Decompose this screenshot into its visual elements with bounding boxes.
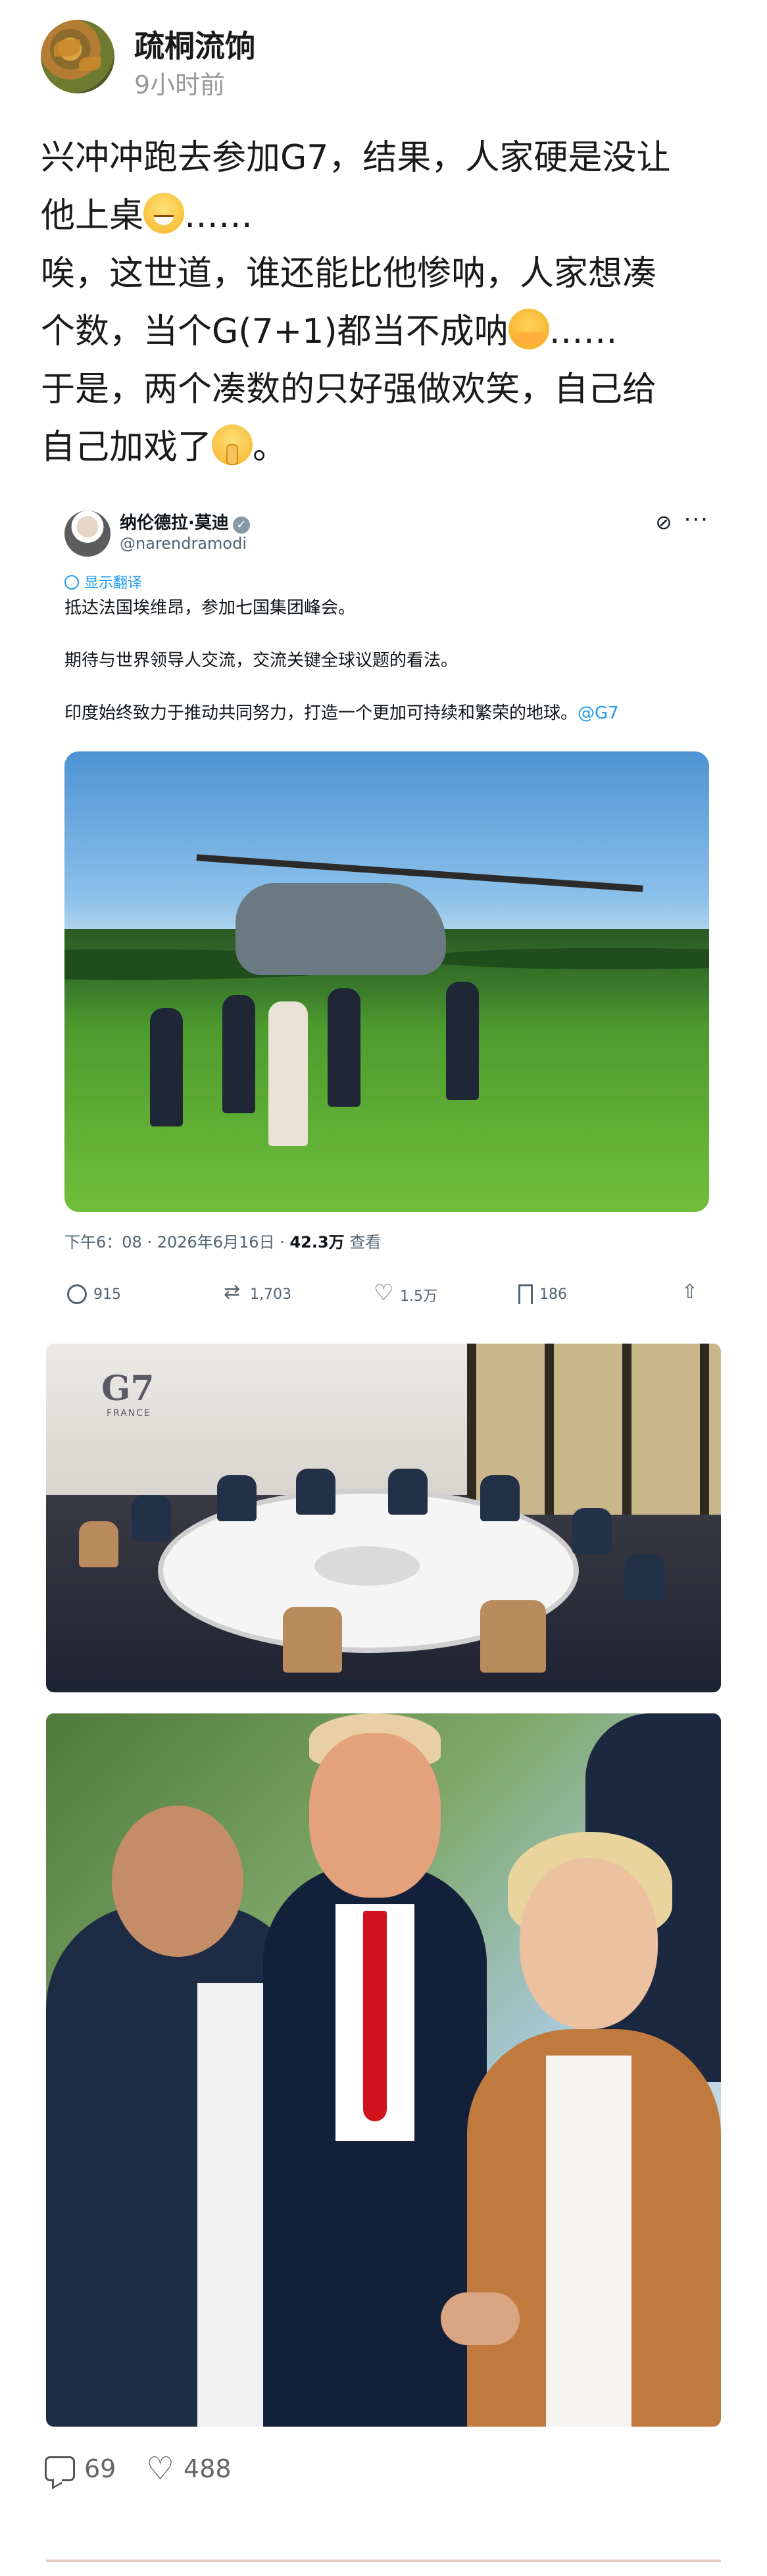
tweet-paragraph: 抵达法国埃维昂，参加七国集团峰会。 bbox=[64, 598, 356, 618]
comment-button[interactable]: 69 bbox=[45, 2454, 116, 2483]
tweet-reply: 915 bbox=[67, 1284, 121, 1304]
comment-icon bbox=[45, 2456, 75, 2481]
retweet-icon bbox=[224, 1280, 243, 1304]
tweet-actions: 915 1,703 1.5万 186 bbox=[64, 1280, 709, 1311]
post-line: 个数，当个G(7+1)都当不成呐…… bbox=[41, 303, 731, 361]
tweet-handle: @narendramodi bbox=[120, 534, 247, 553]
post-line: 自己加戏了。 bbox=[41, 418, 731, 476]
divider bbox=[46, 2560, 721, 2562]
tweet-bookmark: 186 bbox=[518, 1284, 567, 1304]
post-line: 兴冲冲跑去参加G7，结果，人家硬是没让 bbox=[41, 138, 671, 178]
heart-icon: ♡ bbox=[146, 2450, 175, 2487]
post-line: 唉，这世道，谁还能比他惨呐，人家想凑 bbox=[41, 254, 657, 293]
post-line: 于是，两个凑数的只好强做欢笑，自己给 bbox=[41, 370, 657, 409]
photo-g7-roundtable[interactable]: G7 FRANCE bbox=[46, 1344, 721, 1692]
photo-handshake[interactable] bbox=[46, 1713, 721, 2427]
author-avatar[interactable] bbox=[41, 20, 114, 93]
bookmark-icon bbox=[518, 1284, 533, 1304]
comment-count: 69 bbox=[84, 2454, 116, 2483]
tweet-avatar bbox=[64, 511, 111, 557]
tweet-author-name: 纳伦德拉·莫迪 ✓ bbox=[120, 509, 250, 534]
tweet-share bbox=[680, 1280, 700, 1304]
grin-face-icon bbox=[143, 193, 185, 234]
like-count: 488 bbox=[184, 2454, 232, 2483]
like-button[interactable]: ♡ 488 bbox=[146, 2450, 232, 2487]
tweet-retweet: 1,703 bbox=[224, 1280, 291, 1304]
tweet-photo-helicopter bbox=[64, 751, 709, 1212]
tweet-paragraph: 期待与世界领导人交流，交流关键全球议题的看法。 bbox=[64, 651, 458, 670]
more-icon: ··· bbox=[683, 507, 709, 533]
tweet-screenshot[interactable]: 纳伦德拉·莫迪 ✓ @narendramodi ⊘ ··· 显示翻译 抵达法国埃维… bbox=[46, 487, 717, 1336]
post-header: 疏桐流饷 9小时前 bbox=[41, 20, 725, 99]
translate-icon bbox=[64, 575, 79, 590]
tweet-body: 抵达法国埃维昂，参加七国集团峰会。 期待与世界领导人交流，交流关键全球议题的看法… bbox=[64, 595, 696, 753]
tweet-meta: 下午6：08 · 2026年6月16日 · 42.3万 查看 bbox=[64, 1233, 382, 1251]
verified-icon: ✓ bbox=[232, 517, 250, 534]
g7-logo-subtitle: FRANCE bbox=[107, 1408, 151, 1419]
grok-icon: ⊘ bbox=[655, 511, 672, 534]
tweet-like: 1.5万 bbox=[374, 1280, 437, 1306]
shushing-face-icon bbox=[212, 424, 253, 465]
share-icon bbox=[680, 1280, 700, 1304]
hug-face-icon bbox=[508, 309, 549, 349]
post-time: 9小时前 bbox=[134, 70, 226, 99]
g7-logo: G7 bbox=[101, 1369, 155, 1409]
tweet-paragraph: 印度始终致力于推动共同努力，打造一个更加可持续和繁荣的地球。@G7 bbox=[64, 703, 619, 723]
post-text: 兴冲冲跑去参加G7，结果，人家硬是没让 他上桌…… 唉，这世道，谁还能比他惨呐，… bbox=[41, 129, 731, 476]
tweet-mention: @G7 bbox=[578, 703, 619, 723]
author-name[interactable]: 疏桐流饷 bbox=[134, 22, 255, 66]
post-line: 他上桌…… bbox=[41, 187, 731, 245]
like-icon bbox=[374, 1280, 393, 1306]
reply-icon bbox=[67, 1284, 87, 1304]
show-translation: 显示翻译 bbox=[64, 571, 142, 592]
